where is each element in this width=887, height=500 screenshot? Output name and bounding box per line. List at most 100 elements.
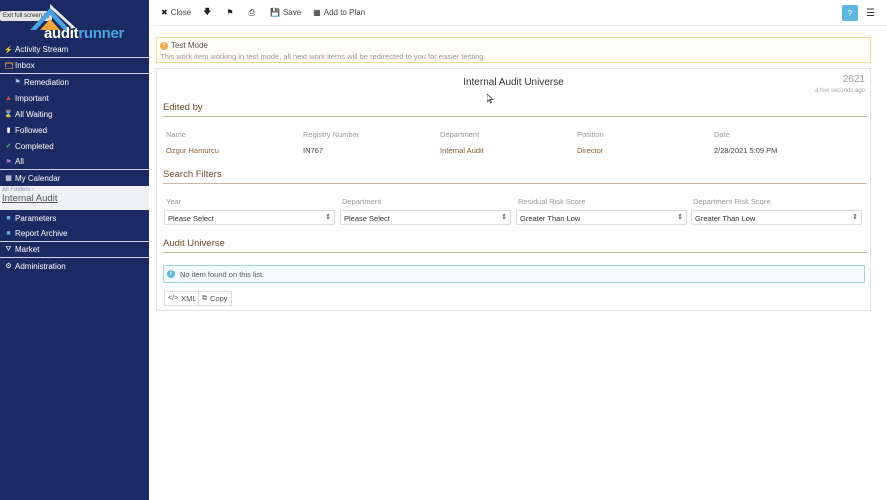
position-value: Director [577,146,604,155]
alert-text: This work item working in test mode, all… [160,52,486,61]
download-icon: 🡇 [203,6,212,16]
department-value: Internal Audit [440,146,484,155]
info-icon: i [167,270,175,278]
hamburger-icon: ☰ [866,7,875,19]
column-header: Position [577,130,604,139]
sidebar-item-administration[interactable]: ⚙ Administration [0,258,149,274]
sidebar-item-label: Important [15,93,49,103]
copy-icon: ⧉ [202,294,207,302]
editor-name: Ozgur Hamurcu [166,146,219,155]
inbox-icon [4,62,13,69]
xml-button[interactable]: </> XML [164,291,201,306]
warning-icon: ▲ [5,94,12,102]
filter-label: Residual Risk Score [518,197,586,206]
cart-icon: ⛛ [5,245,12,253]
help-button[interactable]: ? [842,5,859,21]
sidebar-item-label: All Waiting [15,109,53,119]
logo: auditrunner [44,25,125,42]
sidebar-item-label: Administration [15,261,66,271]
sidebar-item-important[interactable]: ▲ Important [0,90,149,106]
sidebar: Exit full screen (f) auditrunner ⚡ Activ… [0,0,149,500]
calendar-icon: ▦ [5,175,12,182]
toolbar: ✖ Close 🡇 ⚑ ⎙ 💾 Save ▦ Add to Plan ? ☰ [149,0,887,26]
sidebar-item-remediation[interactable]: ⚑ Remediation [0,74,149,90]
residual-risk-select[interactable]: Greater Than Low ⇕ [516,210,687,225]
sidebar-item-all-waiting[interactable]: ⌛ All Waiting [0,106,149,122]
sidebar-item-completed[interactable]: ✔ Completed [0,138,149,154]
bookmark-icon: ▮ [6,127,11,134]
work-item-panel: Internal Audit Universe 2621 a few secon… [156,68,871,311]
folder-breadcrumb: All Folders › Internal Audit [0,186,149,210]
sidebar-item-label: Parameters [15,213,57,223]
work-item-number: 2621 [842,74,865,85]
registry-number: IN767 [303,146,324,155]
tags-icon: ⚑ [226,8,234,17]
sort-arrows-icon: ⇕ [852,214,858,221]
sidebar-item-label: My Calendar [15,173,61,183]
check-icon: ✔ [5,143,12,150]
sidebar-item-label: Inbox [15,61,35,70]
menu-button[interactable]: ☰ [866,8,875,19]
code-icon: </> [168,295,179,302]
year-select[interactable]: Please Select ⇕ [164,210,335,225]
sidebar-item-report-archive[interactable]: ■ Report Archive [0,226,149,242]
sort-arrows-icon: ⇕ [501,214,507,221]
folder-icon: ■ [6,214,11,222]
section-search-filters: Search Filters [163,169,867,184]
close-icon: ✖ [161,8,168,17]
archive-icon: ■ [6,230,11,237]
tag-icon: ⚑ [14,79,21,86]
filter-label: Department Risk Score [693,197,771,206]
folder-title[interactable]: Internal Audit [2,193,147,204]
tags-button[interactable]: ⚑ [226,8,236,17]
print-icon: ⎙ [248,7,255,17]
close-button[interactable]: ✖ Close [161,8,191,17]
print-button[interactable]: ⎙ [249,8,258,18]
exclamation-icon: ! [160,41,168,50]
test-mode-alert: ! Test Mode This work item working in te… [156,37,871,63]
timestamp: a few seconds ago [814,88,865,94]
department-risk-select[interactable]: Greater Than Low ⇕ [691,210,862,225]
sidebar-item-label: Completed [15,141,54,151]
column-header: Registry Number [303,130,360,139]
page-title: Internal Audit Universe [463,77,564,88]
copy-button[interactable]: ⧉ Copy [198,291,232,306]
sidebar-item-label: Activity Stream [15,45,69,54]
sidebar-item-label: Followed [15,125,48,135]
sidebar-item-all[interactable]: ⚑ All [0,154,149,170]
sort-arrows-icon: ⇕ [325,214,331,221]
bolt-icon: ⚡ [4,46,13,54]
add-to-plan-button[interactable]: ▦ Add to Plan [313,8,365,17]
download-button[interactable]: 🡇 [203,6,214,20]
hourglass-icon: ⌛ [4,111,13,118]
mouse-cursor-icon [487,94,494,104]
section-edited-by: Edited by [163,102,867,117]
save-icon: 💾 [269,8,280,17]
question-icon: ? [847,8,853,18]
date-value: 2/28/2021 5:09 PM [714,146,778,155]
sidebar-item-followed[interactable]: ▮ Followed [0,122,149,138]
column-header: Name [166,130,187,139]
calendar-icon: ▦ [313,8,321,17]
sidebar-item-activity-stream[interactable]: ⚡ Activity Stream [0,42,149,58]
logo-area: Exit full screen (f) auditrunner [0,0,149,42]
filter-label: Year [166,197,182,206]
sidebar-item-label: Report Archive [15,229,68,238]
sidebar-item-inbox[interactable]: Inbox [0,58,149,74]
section-audit-universe: Audit Universe [163,238,867,253]
sidebar-item-label: Remediation [24,77,69,87]
sidebar-item-my-calendar[interactable]: ▦ My Calendar [0,170,149,186]
alert-title: Test Mode [171,41,208,50]
sidebar-item-market[interactable]: ⛛ Market [0,242,149,258]
wrench-icon: ⚙ [5,263,12,270]
department-select[interactable]: Please Select ⇕ [340,210,511,225]
tags-icon: ⚑ [5,158,12,166]
main-content: ! Test Mode This work item working in te… [149,26,887,500]
sidebar-item-label: Market [15,245,40,254]
column-header: Date [714,130,730,139]
save-button[interactable]: 💾 Save [270,8,301,17]
sidebar-item-parameters[interactable]: ■ Parameters [0,210,149,226]
filter-label: Department [342,197,382,206]
sort-arrows-icon: ⇕ [677,214,683,221]
column-header: Department [440,130,480,139]
